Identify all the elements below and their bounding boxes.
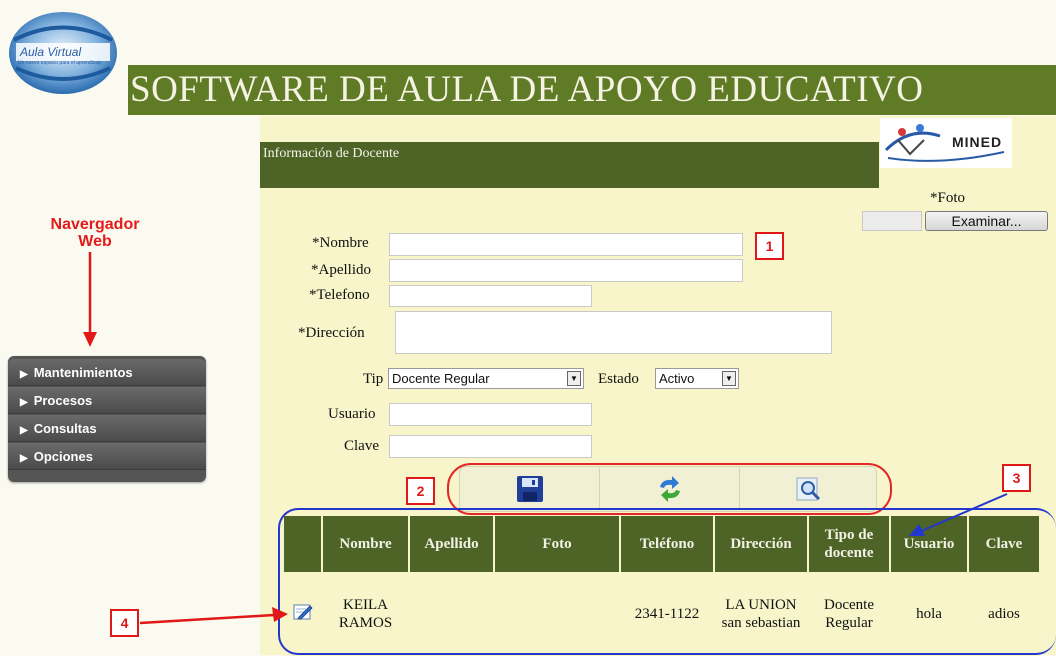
usuario-input[interactable] — [389, 403, 592, 426]
play-icon: ▶ — [20, 397, 28, 408]
telefono-input[interactable] — [389, 285, 592, 307]
mined-logo: MINED — [880, 118, 1012, 168]
sidebar-item-opciones[interactable]: ▶ Opciones — [8, 443, 206, 470]
mined-logo-text: MINED — [952, 134, 1003, 150]
browser-annotation-line1: Navergador — [50, 216, 140, 233]
clave-input[interactable] — [389, 435, 592, 458]
foto-file-field[interactable] — [862, 211, 922, 231]
estado-select[interactable]: Activo ▼ — [655, 368, 739, 389]
aula-virtual-logo: Aula Virtual Un nuevo espacio para el ap… — [6, 10, 120, 96]
foto-label: *Foto — [930, 190, 966, 206]
sidebar-item-consultas[interactable]: ▶ Consultas — [8, 415, 206, 442]
browser-annotation: Navergador Web — [30, 216, 160, 250]
callout-3: 3 — [1002, 464, 1031, 492]
browser-arrow — [83, 252, 97, 347]
tipo-select[interactable]: Docente Regular ▼ — [388, 368, 584, 389]
play-icon: ▶ — [20, 369, 28, 380]
direccion-textarea[interactable] — [395, 311, 832, 354]
callout-3-arrow — [909, 493, 1008, 536]
tipo-label: Tip — [363, 371, 384, 387]
sidebar-item-procesos[interactable]: ▶ Procesos — [8, 387, 206, 414]
callout-2: 2 — [406, 477, 435, 505]
chevron-down-icon: ▼ — [722, 371, 736, 386]
sidebar-item-label: Opciones — [33, 449, 93, 464]
clave-label: Clave — [344, 438, 379, 454]
apellido-label: *Apellido — [311, 262, 371, 278]
browser-annotation-line2: Web — [78, 233, 112, 250]
callout-1: 1 — [755, 232, 784, 260]
usuario-label: Usuario — [328, 406, 376, 422]
direccion-label: *Dirección — [298, 325, 365, 341]
telefono-label: *Telefono — [309, 287, 370, 303]
callout-4: 4 — [110, 609, 139, 637]
sidebar-item-label: Mantenimientos — [33, 365, 133, 380]
sidebar-menu: ▶ Mantenimientos ▶ Procesos ▶ Consultas ▶ Op… — [8, 356, 206, 482]
sidebar-item-label: Consultas — [33, 421, 97, 436]
browse-button[interactable]: Examinar... — [925, 211, 1048, 231]
nombre-input[interactable] — [389, 233, 743, 256]
play-icon: ▶ — [20, 425, 28, 436]
sidebar-item-label: Procesos — [33, 393, 93, 408]
estado-select-value: Activo — [659, 371, 695, 386]
sidebar-item-mantenimientos[interactable]: ▶ Mantenimientos — [8, 359, 206, 386]
apellido-input[interactable] — [389, 259, 743, 282]
nombre-label: *Nombre — [312, 235, 369, 251]
play-icon: ▶ — [20, 453, 28, 464]
page-title: SOFTWARE DE AULA DE APOYO EDUCATIVO — [130, 69, 924, 110]
tipo-select-value: Docente Regular — [392, 371, 490, 386]
callout-4-arrow — [140, 607, 288, 625]
logo-text: Aula Virtual — [20, 45, 82, 59]
logo-subtext: Un nuevo espacio para el aprendizaje — [18, 60, 102, 66]
chevron-down-icon: ▼ — [567, 371, 581, 386]
section-title: Información de Docente — [263, 146, 400, 161]
estado-label: Estado — [598, 371, 639, 387]
